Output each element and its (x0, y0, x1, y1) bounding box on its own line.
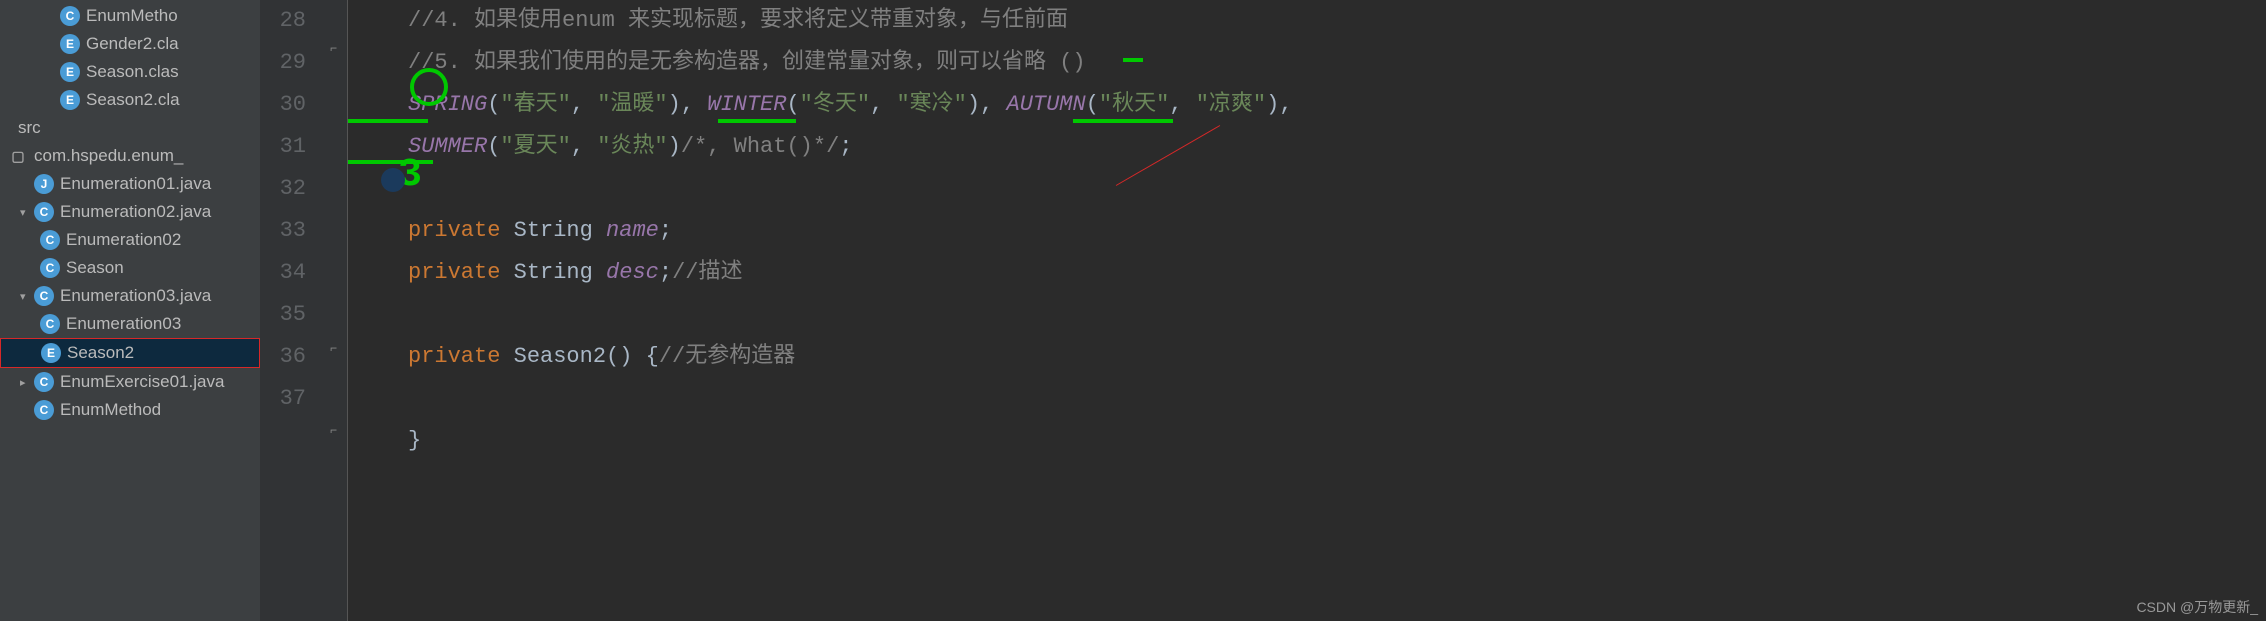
code-line: SUMMER("夏天", "炎热")/*, What()*/; (408, 126, 2266, 168)
tree-item[interactable]: C EnumMetho (0, 2, 260, 30)
tree-item[interactable]: C Enumeration02 (0, 226, 260, 254)
code-line: SPRING("春天", "温暖"), WINTER("冬天", "寒冷"), … (408, 84, 2266, 126)
line-number: 32 (260, 168, 306, 210)
tree-label: Season2 (67, 343, 134, 363)
line-number: 35 (260, 294, 306, 336)
tree-label: Enumeration03 (66, 314, 181, 334)
class-icon: C (34, 286, 54, 306)
code-line: private Season2() {//无参构造器 (408, 336, 2266, 378)
code-line (408, 168, 2266, 210)
code-line: private String desc;//描述 (408, 252, 2266, 294)
tree-item[interactable]: C EnumMethod (0, 396, 260, 424)
class-icon: C (40, 230, 60, 250)
tree-label: Gender2.cla (86, 34, 179, 54)
tree-label: Enumeration02 (66, 230, 181, 250)
tree-item-selected[interactable]: E Season2 (0, 338, 260, 368)
code-area[interactable]: //4. 如果使用enum 来实现标题，要求将定义带重对象，与任前面 //5. … (348, 0, 2266, 621)
project-tree-sidebar: C EnumMetho E Gender2.cla E Season.clas … (0, 0, 260, 621)
tree-item[interactable]: E Season2.cla (0, 86, 260, 114)
chevron-right-icon: ▸ (20, 376, 34, 389)
class-icon: C (34, 372, 54, 392)
fold-end-icon[interactable]: ⌐ (330, 424, 342, 436)
line-number: 36 (260, 336, 306, 378)
tree-item[interactable]: ▾ C Enumeration03.java (0, 282, 260, 310)
line-number: 31 (260, 126, 306, 168)
tree-item[interactable]: E Gender2.cla (0, 30, 260, 58)
code-line: private String name; (408, 210, 2266, 252)
tree-item[interactable]: E Season.clas (0, 58, 260, 86)
tree-label: Enumeration01.java (60, 174, 211, 194)
fold-gutter[interactable]: ⌐ ⌐ ⌐ (330, 0, 348, 621)
class-icon: C (40, 314, 60, 334)
tree-label: EnumExercise01.java (60, 372, 224, 392)
code-line (408, 378, 2266, 420)
fold-end-icon[interactable]: ⌐ (330, 42, 342, 54)
enum-icon: E (60, 90, 80, 110)
tree-label: EnumMetho (86, 6, 178, 26)
chevron-down-icon: ▾ (20, 206, 34, 219)
tree-item[interactable]: J Enumeration01.java (0, 170, 260, 198)
package-icon: ▢ (8, 146, 28, 166)
line-number: 29 (260, 42, 306, 84)
tree-label: com.hspedu.enum_ (34, 146, 183, 166)
code-line: //5. 如果我们使用的是无参构造器，创建常量对象，则可以省略 () (408, 42, 2266, 84)
tree-label: Enumeration02.java (60, 202, 211, 222)
code-line (408, 294, 2266, 336)
tree-item[interactable]: C Enumeration03 (0, 310, 260, 338)
class-icon: C (34, 202, 54, 222)
tree-label: Season.clas (86, 62, 179, 82)
package-item[interactable]: ▢ com.hspedu.enum_ (0, 142, 260, 170)
tree-label: EnumMethod (60, 400, 161, 420)
tree-label: Season (66, 258, 124, 278)
class-icon: C (34, 400, 54, 420)
line-number-gutter: 28 29 30 31 32 33 34 35 36 37 (260, 0, 330, 621)
enum-icon: E (60, 34, 80, 54)
code-line: } (408, 420, 2266, 462)
java-icon: J (34, 174, 54, 194)
watermark-text: CSDN @万物更新_ (2136, 597, 2258, 617)
chevron-down-icon: ▾ (20, 290, 34, 303)
fold-start-icon[interactable]: ⌐ (330, 342, 342, 354)
src-folder[interactable]: src (0, 114, 260, 142)
class-icon: C (60, 6, 80, 26)
code-editor[interactable]: 28 29 30 31 32 33 34 35 36 37 ⌐ ⌐ ⌐ //4.… (260, 0, 2266, 621)
tree-label: Season2.cla (86, 90, 180, 110)
tree-item[interactable]: C Season (0, 254, 260, 282)
tree-label: Enumeration03.java (60, 286, 211, 306)
src-label: src (8, 118, 41, 138)
code-line: //4. 如果使用enum 来实现标题，要求将定义带重对象，与任前面 (408, 0, 2266, 42)
line-number: 28 (260, 0, 306, 42)
line-number: 33 (260, 210, 306, 252)
enum-icon: E (41, 343, 61, 363)
enum-icon: E (60, 62, 80, 82)
breakpoint-icon[interactable] (381, 168, 405, 192)
tree-item[interactable]: ▸ C EnumExercise01.java (0, 368, 260, 396)
tree-item[interactable]: ▾ C Enumeration02.java (0, 198, 260, 226)
line-number: 34 (260, 252, 306, 294)
class-icon: C (40, 258, 60, 278)
line-number: 30 (260, 84, 306, 126)
line-number: 37 (260, 378, 306, 420)
